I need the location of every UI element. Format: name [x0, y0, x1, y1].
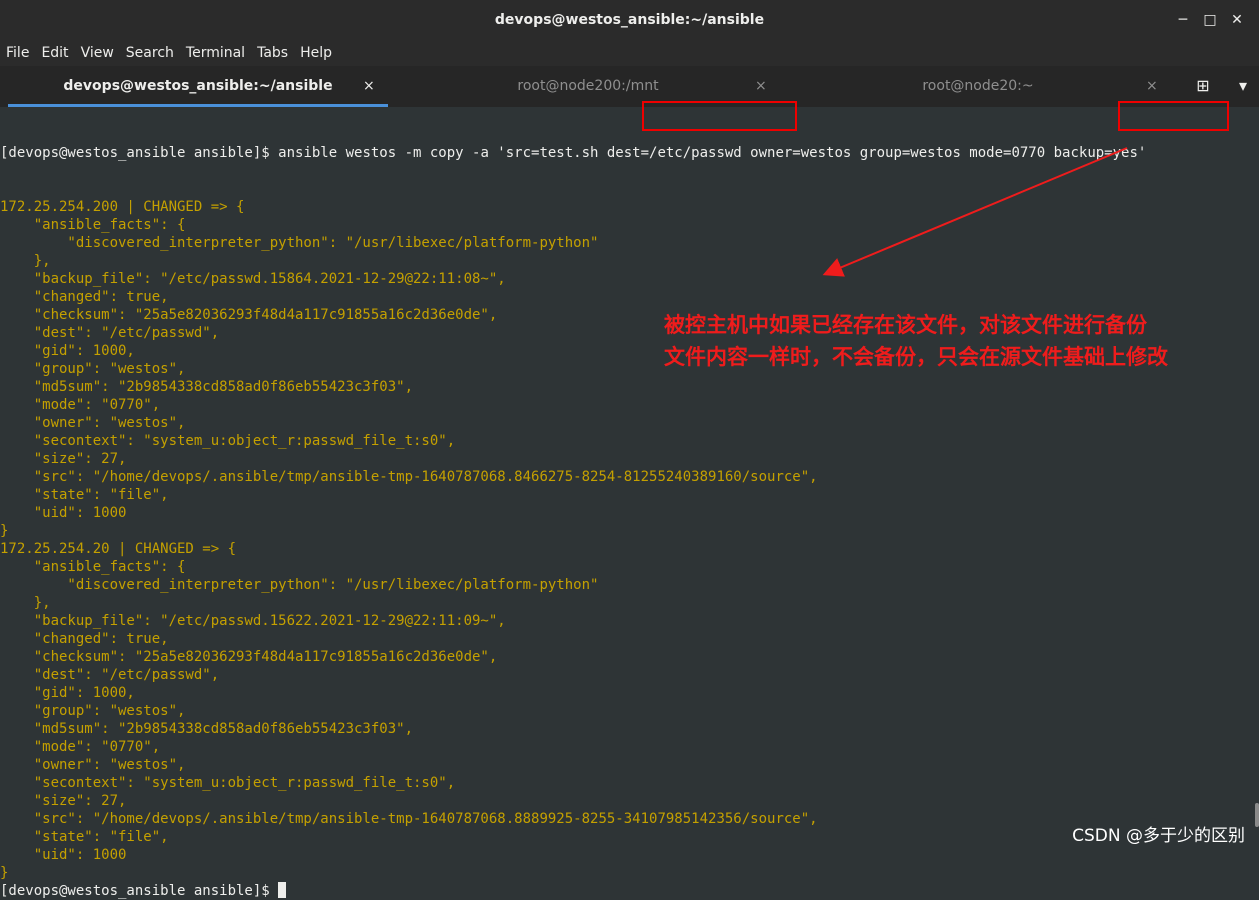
text-cursor — [278, 882, 287, 898]
tab-bar: devops@westos_ansible:~/ansible × root@n… — [0, 66, 1259, 107]
annotation-note: 被控主机中如果已经存在该文件，对该文件进行备份 文件内容一样时，不会备份，只会在… — [664, 309, 1168, 373]
title-bar: devops@westos_ansible:~/ansible ─ □ ✕ — [0, 0, 1259, 41]
shell-prompt: [devops@westos_ansible ansible]$ — [0, 883, 279, 899]
scrollbar-thumb[interactable] — [1255, 803, 1259, 827]
final-prompt-line: [devops@westos_ansible ansible]$ — [0, 882, 1146, 900]
tab-close-icon[interactable]: × — [363, 66, 375, 107]
minimize-button[interactable]: ─ — [1172, 9, 1194, 31]
tab-label: devops@westos_ansible:~/ansible — [63, 78, 333, 94]
tab-root-node20[interactable]: root@node20:~ × — [788, 66, 1168, 107]
menu-terminal[interactable]: Terminal — [180, 40, 251, 66]
tab-devops-ansible[interactable]: devops@westos_ansible:~/ansible × — [8, 66, 388, 107]
menu-view[interactable]: View — [75, 40, 120, 66]
terminal-area[interactable]: [devops@westos_ansible ansible]$ ansible… — [0, 101, 1259, 899]
tab-menu-chevron-icon[interactable]: ▾ — [1232, 75, 1254, 97]
close-button[interactable]: ✕ — [1226, 9, 1248, 31]
menu-edit[interactable]: Edit — [35, 40, 74, 66]
output-line: } — [0, 865, 9, 881]
csdn-watermark: CSDN @多于少的区别 — [1072, 826, 1245, 846]
menu-tabs[interactable]: Tabs — [251, 40, 294, 66]
menu-file[interactable]: File — [0, 40, 35, 66]
tab-label: root@node20:~ — [922, 78, 1034, 94]
annotation-line-2: 文件内容一样时，不会备份，只会在源文件基础上修改 — [664, 345, 1168, 369]
menu-search[interactable]: Search — [120, 40, 180, 66]
new-tab-icon[interactable]: ⊞ — [1192, 75, 1214, 97]
menu-bar: File Edit View Search Terminal Tabs Help — [0, 40, 1259, 66]
menu-help[interactable]: Help — [294, 40, 338, 66]
window-title: devops@westos_ansible:~/ansible — [494, 12, 765, 28]
maximize-button[interactable]: □ — [1199, 9, 1221, 31]
annotation-arrow — [822, 147, 1128, 277]
annotation-line-1: 被控主机中如果已经存在该文件，对该文件进行备份 — [664, 313, 1147, 337]
